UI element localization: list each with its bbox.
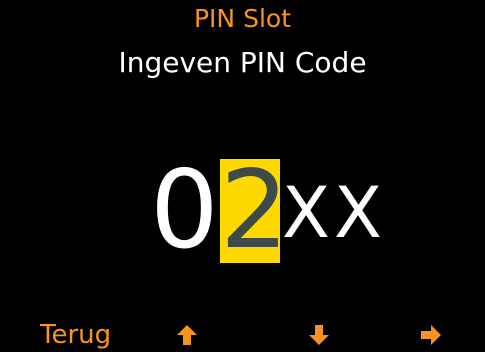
arrow-down-icon[interactable] (308, 324, 330, 346)
arrow-right-icon[interactable] (420, 324, 442, 346)
softkey-bar: Terug (0, 318, 485, 352)
pin-digit-3: X (282, 172, 330, 254)
pin-code-display[interactable]: 0 2 X X (150, 148, 384, 273)
pin-digit-2-active[interactable]: 2 (220, 157, 289, 265)
pin-digit-1: 0 (150, 148, 219, 273)
back-button[interactable]: Terug (40, 318, 111, 352)
arrow-up-icon[interactable] (176, 324, 198, 346)
screen-title: PIN Slot (193, 4, 291, 33)
pin-lock-screen: PIN Slot Ingeven PIN Code 0 2 X X Terug (0, 0, 485, 352)
pin-digit-4: X (334, 172, 382, 254)
screen-subtitle: Ingeven PIN Code (118, 46, 367, 79)
